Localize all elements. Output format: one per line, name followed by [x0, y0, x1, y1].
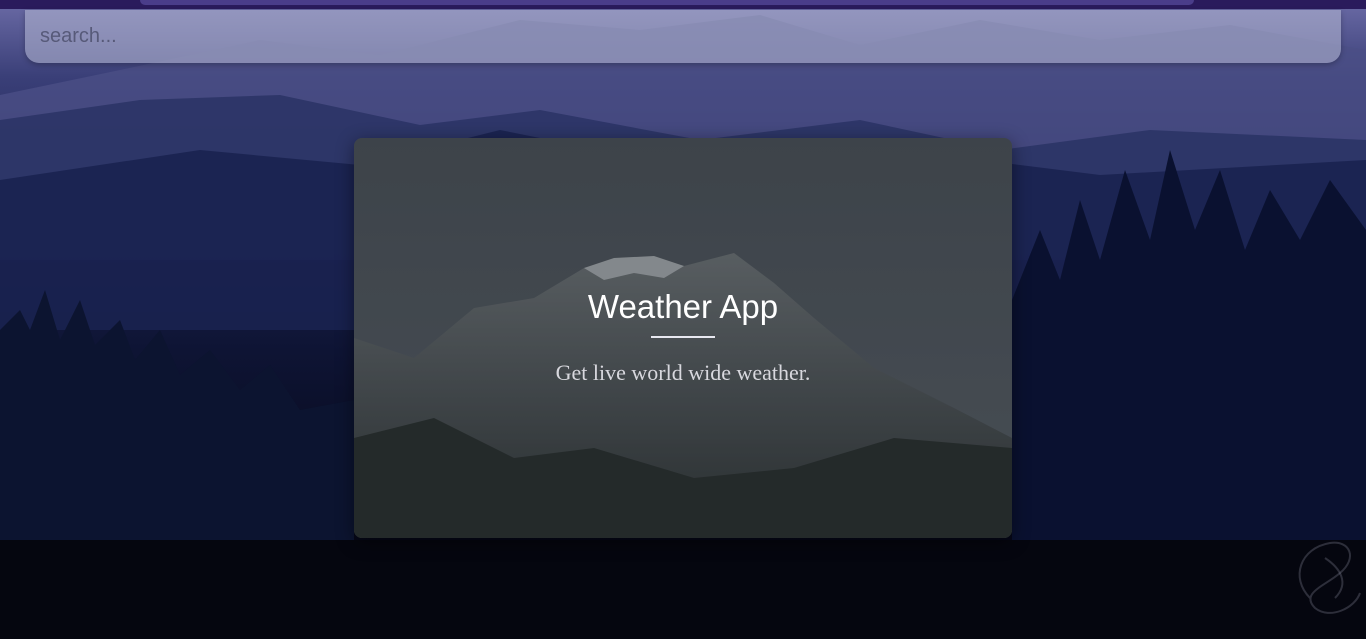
- title-divider: [651, 336, 715, 338]
- app-subtitle: Get live world wide weather.: [555, 360, 811, 385]
- top-bar: [0, 0, 1366, 9]
- app-title: Weather App: [587, 288, 779, 325]
- top-bar-pill: [140, 0, 1194, 5]
- signature-logo: [1298, 541, 1361, 614]
- search-input[interactable]: [25, 10, 1341, 63]
- hero-card: Weather App Get live world wide weather.: [354, 138, 1012, 538]
- search-bar: [25, 10, 1341, 63]
- mountain-image: [354, 138, 1012, 538]
